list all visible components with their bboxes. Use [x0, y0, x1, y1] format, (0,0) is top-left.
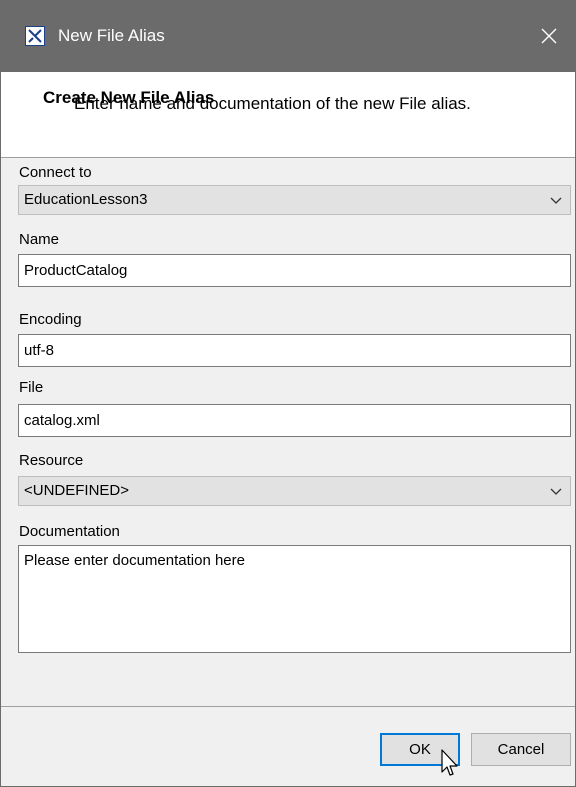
name-label: Name: [19, 231, 60, 248]
name-field[interactable]: ProductCatalog: [18, 254, 571, 287]
dialog-header: Create New File Alias Enter name and doc…: [1, 72, 575, 158]
ok-button[interactable]: OK: [380, 733, 460, 766]
documentation-label: Documentation: [19, 523, 120, 540]
file-label: File: [19, 379, 44, 396]
encoding-label: Encoding: [19, 311, 82, 328]
documentation-value: Please enter documentation here: [24, 552, 245, 569]
resource-label: Resource: [19, 452, 84, 469]
connect-to-value: EducationLesson3: [24, 191, 148, 208]
dialog-window: New File Alias Create New File Alias Ent…: [0, 0, 576, 787]
connect-to-select[interactable]: EducationLesson3: [18, 185, 571, 215]
chevron-down-icon: [550, 488, 562, 495]
documentation-textarea[interactable]: Please enter documentation here: [18, 545, 571, 653]
file-value: catalog.xml: [24, 412, 100, 429]
resource-select[interactable]: <UNDEFINED>: [18, 476, 571, 506]
connect-to-label: Connect to: [19, 164, 92, 181]
close-icon: [541, 28, 557, 44]
header-description: Enter name and documentation of the new …: [74, 94, 471, 113]
app-icon: [25, 26, 45, 46]
encoding-field[interactable]: utf-8: [18, 334, 571, 367]
cancel-button[interactable]: Cancel: [471, 733, 571, 766]
name-value: ProductCatalog: [24, 262, 128, 279]
title-bar[interactable]: New File Alias: [1, 0, 575, 72]
footer-divider: [1, 706, 575, 707]
file-field[interactable]: catalog.xml: [18, 404, 571, 437]
encoding-value: utf-8: [24, 342, 55, 359]
window-title: New File Alias: [58, 26, 165, 45]
close-button[interactable]: [523, 0, 575, 72]
resource-value: <UNDEFINED>: [24, 482, 130, 499]
chevron-down-icon: [550, 197, 562, 204]
